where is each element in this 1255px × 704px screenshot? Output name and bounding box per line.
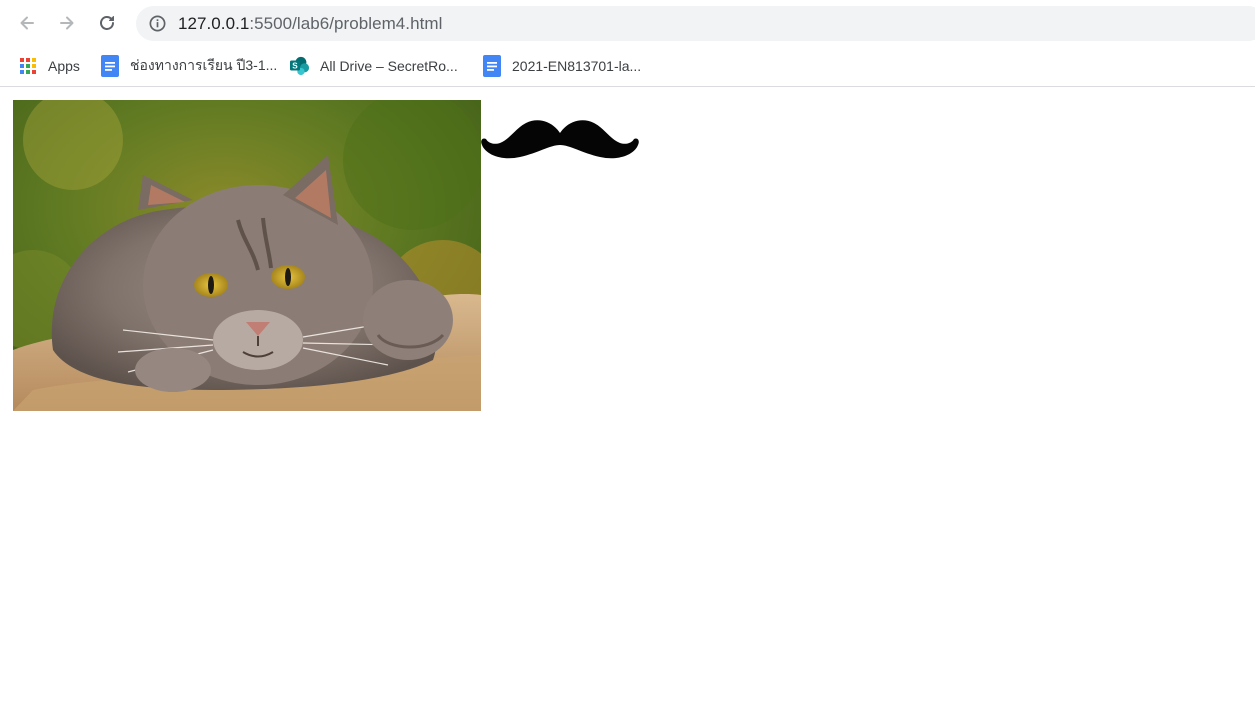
- back-button[interactable]: [13, 9, 41, 37]
- url-text[interactable]: 127.0.0.1:5500/lab6/problem4.html: [178, 14, 442, 33]
- google-docs-icon: [100, 55, 120, 77]
- bookmark-apps[interactable]: Apps: [18, 53, 80, 79]
- url-path: :5500/lab6/problem4.html: [249, 14, 443, 33]
- reload-icon: [100, 16, 114, 30]
- google-docs-icon: [482, 55, 502, 77]
- arrow-right-icon: [60, 16, 74, 30]
- bookmark-label: All Drive – SecretRo...: [320, 58, 458, 74]
- address-bar[interactable]: 127.0.0.1:5500/lab6/problem4.html: [136, 6, 1255, 41]
- page-content: [0, 87, 1255, 704]
- bookmark-label: 2021-EN813701-la...: [512, 58, 642, 74]
- mustache-image: [481, 120, 639, 159]
- cat-image: [13, 100, 481, 411]
- bookmark-study-channels[interactable]: ช่องทางการเรียน ปี3-1...: [100, 53, 277, 79]
- forward-button[interactable]: [53, 9, 81, 37]
- bookmarks-bar: Apps ช่องทางการเรียน ปี3-1... S All Driv…: [0, 46, 1255, 87]
- browser-toolbar: 127.0.0.1:5500/lab6/problem4.html: [0, 0, 1255, 46]
- sharepoint-icon: S: [290, 56, 310, 76]
- bookmark-label: Apps: [48, 58, 80, 74]
- cat-photo: [13, 100, 481, 411]
- url-host: 127.0.0.1: [178, 14, 250, 33]
- arrow-left-icon: [20, 16, 34, 30]
- bookmark-course-doc[interactable]: 2021-EN813701-la...: [482, 53, 641, 79]
- bookmark-all-drive[interactable]: S All Drive – SecretRo...: [290, 53, 458, 79]
- info-icon[interactable]: [148, 14, 167, 33]
- reload-button[interactable]: [93, 9, 121, 37]
- apps-grid-icon: [18, 56, 38, 76]
- svg-text:S: S: [292, 62, 298, 71]
- bookmark-label: ช่องทางการเรียน ปี3-1...: [130, 57, 278, 73]
